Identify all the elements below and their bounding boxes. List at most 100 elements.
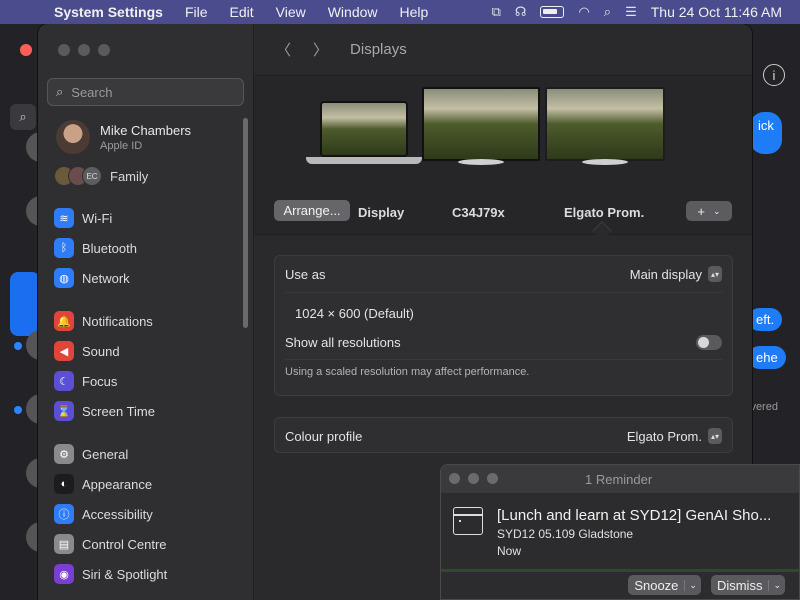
forward-icon[interactable]: 〉 [313,39,328,60]
snooze-label: Snooze [634,577,679,593]
sidebar-item-wi-fi[interactable]: ≋ Wi-Fi [54,203,137,233]
colour-profile-card: Colour profile Elgato Prom. ▴▾ [274,417,733,453]
message-bubble: eft. [748,308,783,331]
menu-clock[interactable]: Thu 24 Oct 11:46 AM [651,4,782,20]
sound-icon: ◀ [54,341,74,361]
sidebar-item-control-centre[interactable]: ▤ Control Centre [54,529,167,559]
sidebar-search[interactable]: ⌕ [47,78,244,106]
sidebar: ⌕ Mike Chambers Apple ID EC Family ≋ Wi-F… [38,24,254,600]
minimize-button[interactable] [468,473,479,484]
close-window-button[interactable] [20,44,32,56]
sidebar-item-appearance[interactable]: ◐ Appearance [54,469,167,499]
sidebar-item-notifications[interactable]: 🔔 Notifications [54,306,155,336]
sidebar-item-label: Wi-Fi [82,210,113,226]
zoom-button[interactable] [98,44,110,56]
sidebar-item-bluetooth[interactable]: ᛒ Bluetooth [54,233,137,263]
reminder-titlebar: 1 Reminder [441,465,799,493]
laptop-base [306,157,422,164]
monitor-label: C34J79x [452,205,505,220]
updown-chevron-icon: ▴▾ [708,266,722,282]
spotlight-search-icon[interactable]: ⌕ [604,4,611,20]
unread-dot [14,406,22,414]
sidebar-item-label: Network [82,270,130,286]
monitor-c34j79x[interactable] [422,87,540,161]
menu-help[interactable]: Help [400,4,429,20]
sidebar-item-label: Screen Time [82,403,155,419]
close-button[interactable] [449,473,460,484]
sidebar-item-siri-spotlight[interactable]: ◉ Siri & Spotlight [54,559,167,589]
sidebar-item-focus[interactable]: ☾ Focus [54,366,155,396]
reminder-divider [441,569,799,572]
sidebar-item-screen-time[interactable]: ⌛ Screen Time [54,396,155,426]
wifi-status-icon[interactable]: ◠ [578,4,589,20]
resolution-row[interactable]: 1024 × 600 (Default) [275,293,732,333]
reminder-body[interactable]: [Lunch and learn at SYD12] GenAI Sho... … [441,493,799,558]
messages-search-icon[interactable]: ⌕ [10,104,36,130]
use-as-value: Main display [629,266,702,282]
screen-mirror-icon[interactable]: ⧉ [492,4,501,20]
plus-icon: + [697,203,706,219]
sidebar-item-accessibility[interactable]: ⓘ Accessibility [54,499,167,529]
menu-edit[interactable]: Edit [230,4,254,20]
sidebar-item-label: General [82,446,129,462]
back-icon[interactable]: 〈 [276,39,291,60]
sidebar-item-general[interactable]: ⚙ General [54,439,167,469]
headphones-icon[interactable]: ☊ [515,4,527,20]
sidebar-group-network: ≋ Wi-Fi ᛒ Bluetooth ◍ Network [54,203,137,293]
sidebar-item-label: Focus [82,373,118,389]
arrange-button[interactable]: Arrange... [274,200,350,221]
info-icon[interactable]: i [763,64,785,86]
add-display-button[interactable]: + ⌄ [686,201,732,221]
search-input[interactable] [71,84,222,100]
sidebar-item-family[interactable]: EC Family [54,166,148,186]
sidebar-item-sound[interactable]: ◀ Sound [54,336,155,366]
colour-profile-select[interactable]: Elgato Prom. ▴▾ [627,428,722,444]
close-button[interactable] [58,44,70,56]
chevron-down-icon[interactable]: ⌄ [684,579,697,591]
sidebar-item-network[interactable]: ◍ Network [54,263,137,293]
accessibility-icon: ⓘ [54,504,74,524]
status-area: ⧉ ☊ ◠ ⌕ ☰ Thu 24 Oct 11:46 AM [492,4,800,20]
appearance-icon: ◐ [54,474,74,494]
reminder-when: Now [497,544,522,558]
menu-window[interactable]: Window [328,4,378,20]
minimize-button[interactable] [78,44,90,56]
use-as-select[interactable]: Main display ▴▾ [630,266,722,282]
menu-file[interactable]: File [185,4,208,20]
monitor-elgato[interactable] [545,87,665,161]
monitor-laptop[interactable] [320,101,408,157]
apple-id-profile[interactable]: Mike Chambers Apple ID [56,120,191,154]
search-icon: ⌕ [56,84,64,99]
message-bubble: ick [750,112,782,154]
delivered-status: ivered [748,401,778,413]
selected-conversation[interactable] [10,272,40,336]
avatar [56,120,90,154]
sidebar-item-label: Control Centre [82,536,167,552]
colour-profile-value: Elgato Prom. [626,428,702,444]
menu-bar: System Settings File Edit View Window He… [0,0,800,24]
chevron-down-icon[interactable]: ⌄ [768,579,781,591]
control-centre-status-icon[interactable]: ☰ [625,4,637,20]
dismiss-button[interactable]: Dismiss ⌄ [710,575,785,595]
battery-icon[interactable] [540,6,565,18]
reminder-location: SYD12 05.109 Gladstone [497,527,634,541]
menu-view[interactable]: View [276,4,306,20]
show-all-toggle[interactable] [696,334,722,350]
snooze-button[interactable]: Snooze ⌄ [628,575,701,595]
dismiss-label: Dismiss [716,577,763,593]
toolbar: 〈 〉 Displays [254,24,752,76]
resolution-value: 1024 × 600 (Default) [295,305,414,321]
siri-icon: ◉ [54,564,74,584]
menu-app-name[interactable]: System Settings [54,4,163,20]
zoom-button[interactable] [487,473,498,484]
sidebar-scrollbar[interactable] [243,118,248,328]
family-member-avatar: EC [82,166,102,186]
use-as-label: Use as [285,266,326,282]
reminder-window-controls [449,473,498,484]
use-as-row: Use as Main display ▴▾ [275,256,732,292]
show-all-row: Show all resolutions [275,333,732,351]
monitor-label: Elgato Prom. [564,205,645,220]
sidebar-group-system: ⚙ General ◐ Appearance ⓘ Accessibility ▤ Contro… [54,439,167,589]
calendar-icon [453,507,483,535]
scaled-note: Using a scaled resolution may affect per… [285,366,530,378]
